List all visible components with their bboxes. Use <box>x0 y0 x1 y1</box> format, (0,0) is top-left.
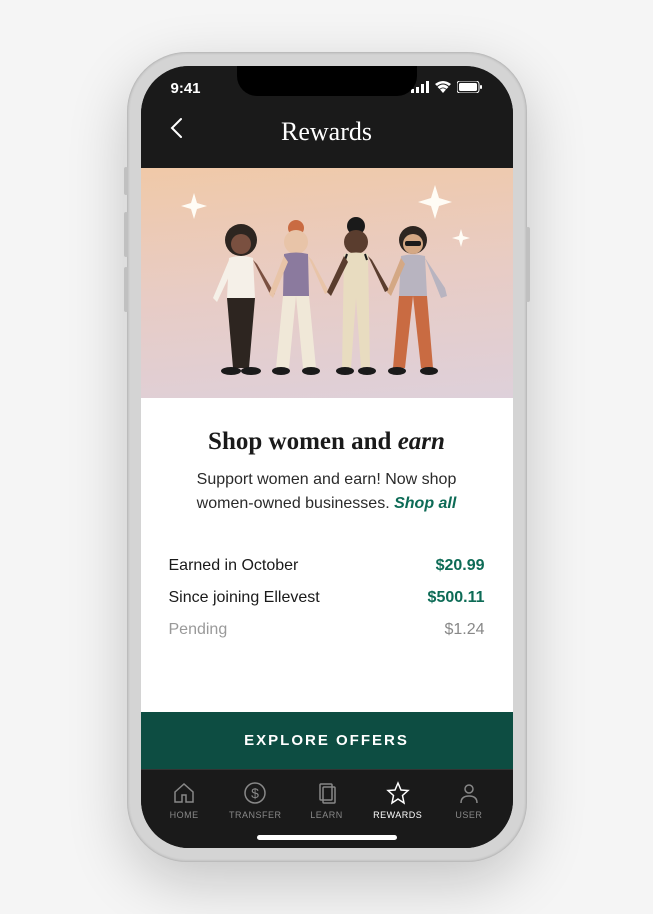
stat-value: $500.11 <box>428 589 485 607</box>
women-illustration <box>141 168 513 398</box>
power-button <box>526 227 530 302</box>
headline: Shop women and earn <box>169 428 485 456</box>
headline-text: Shop women and <box>208 428 398 455</box>
chevron-left-icon <box>169 117 183 139</box>
tab-home[interactable]: HOME <box>149 780 220 820</box>
nav-header: Rewards <box>141 101 513 168</box>
tab-user[interactable]: USER <box>433 780 504 820</box>
battery-icon <box>457 80 483 97</box>
silent-switch <box>124 167 128 195</box>
phone-screen: 9:41 Rewards <box>141 66 513 848</box>
back-button[interactable] <box>161 113 191 150</box>
notch <box>237 66 417 96</box>
tab-label: USER <box>455 810 482 820</box>
volume-down-button <box>124 267 128 312</box>
tab-learn[interactable]: LEARN <box>291 780 362 820</box>
stat-earned-month: Earned in October $20.99 <box>169 550 485 582</box>
home-icon <box>171 780 197 806</box>
stat-label: Since joining Ellevest <box>169 589 320 607</box>
stat-label: Pending <box>169 621 228 639</box>
document-icon <box>314 780 340 806</box>
tab-rewards[interactable]: REWARDS <box>362 780 433 820</box>
tab-label: HOME <box>170 810 199 820</box>
card-content: Shop women and earn Support women and ea… <box>141 398 513 712</box>
phone-device-frame: 9:41 Rewards <box>127 52 527 862</box>
subtitle: Support women and earn! Now shop women-o… <box>169 468 485 516</box>
headline-emphasis: earn <box>398 428 445 455</box>
tab-label: TRANSFER <box>229 810 282 820</box>
stat-since-joining: Since joining Ellevest $500.11 <box>169 582 485 614</box>
page-title: Rewards <box>281 117 372 147</box>
content-area: Shop women and earn Support women and ea… <box>141 168 513 769</box>
status-time: 9:41 <box>171 80 201 97</box>
explore-offers-button[interactable]: EXPLORE OFFERS <box>141 712 513 769</box>
svg-text:$: $ <box>251 785 259 801</box>
wifi-icon <box>435 80 451 97</box>
volume-up-button <box>124 212 128 257</box>
stat-label: Earned in October <box>169 557 299 575</box>
dollar-icon: $ <box>242 780 268 806</box>
user-icon <box>456 780 482 806</box>
tab-label: REWARDS <box>373 810 422 820</box>
stat-pending: Pending $1.24 <box>169 614 485 646</box>
home-indicator[interactable] <box>257 835 397 840</box>
star-icon <box>385 780 411 806</box>
cta-label: EXPLORE OFFERS <box>244 732 409 749</box>
hero-illustration <box>141 168 513 398</box>
status-indicators <box>411 80 483 97</box>
stat-value: $20.99 <box>436 557 485 575</box>
stat-value: $1.24 <box>444 621 484 639</box>
shop-all-link[interactable]: Shop all <box>394 495 456 512</box>
tab-label: LEARN <box>310 810 343 820</box>
tab-transfer[interactable]: $ TRANSFER <box>220 780 291 820</box>
